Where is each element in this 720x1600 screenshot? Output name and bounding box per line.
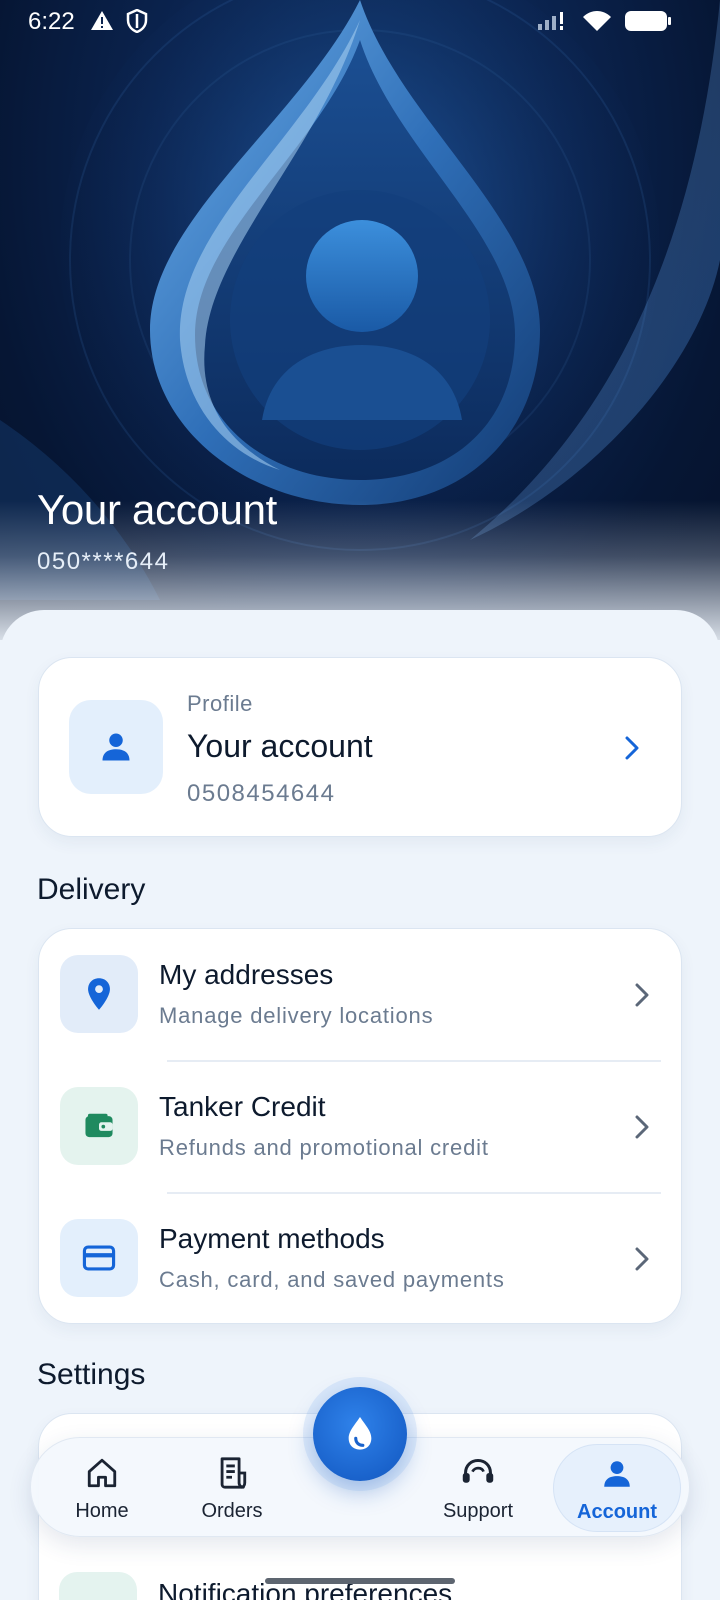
nav-item-support[interactable]: Support [427, 1438, 529, 1538]
chevron-right-icon [625, 736, 639, 760]
list-item-tanker-credit[interactable]: Tanker Credit Refunds and promotional cr… [39, 1061, 681, 1193]
person-icon [604, 1461, 630, 1487]
row-subtitle: Refunds and promotional credit [159, 1135, 489, 1160]
person-icon [102, 733, 130, 761]
row-title: Tanker Credit [159, 1091, 326, 1122]
row-subtitle: Manage delivery locations [159, 1003, 434, 1028]
avatar [69, 700, 163, 794]
nav-label: Support [442, 1500, 514, 1522]
warning-icon [91, 11, 113, 30]
chevron-right-icon [635, 1247, 649, 1271]
location-pin-icon [88, 978, 110, 1010]
section-title-delivery: Delivery [37, 873, 146, 906]
hero-banner [0, 0, 720, 640]
chevron-right-icon [635, 983, 649, 1007]
row-icon-bg [60, 1087, 138, 1165]
masked-phone: 050****644 [37, 548, 170, 575]
page-title: Your account [37, 486, 278, 533]
profile-card[interactable]: Profile Your account 0508454644 [38, 657, 682, 837]
profile-overline: Profile [187, 691, 253, 716]
status-time: 6:22 [28, 8, 75, 35]
list-item-payment-methods[interactable]: Payment methods Cash, card, and saved pa… [39, 1193, 681, 1325]
delivery-card: My addresses Manage delivery locations T… [38, 928, 682, 1324]
nav-label: Account [577, 1501, 657, 1523]
receipt-icon [220, 1457, 247, 1489]
shield-icon [126, 9, 148, 33]
chevron-right-icon [635, 1115, 649, 1139]
water-drop-icon [348, 1417, 372, 1450]
nav-item-account[interactable]: Account [553, 1444, 681, 1532]
nav-item-home[interactable]: Home [51, 1438, 153, 1538]
battery-icon [625, 11, 671, 31]
headset-icon [462, 1459, 494, 1483]
row-title: Payment methods [159, 1223, 385, 1254]
wallet-icon [85, 1113, 113, 1138]
row-icon-bg [60, 955, 138, 1033]
section-title-settings: Settings [37, 1358, 146, 1391]
home-icon [87, 1458, 117, 1488]
signal-icon [538, 12, 563, 30]
row-title: My addresses [159, 959, 334, 990]
row-subtitle: Cash, card, and saved payments [159, 1267, 505, 1292]
status-bar: 6:22 [0, 0, 720, 44]
list-item-my-addresses[interactable]: My addresses Manage delivery locations [39, 929, 681, 1061]
credit-card-icon [82, 1245, 116, 1271]
nav-label: Home [75, 1500, 129, 1522]
nav-label: Orders [201, 1500, 263, 1522]
profile-phone: 0508454644 [187, 780, 336, 807]
wifi-icon [583, 11, 611, 31]
home-indicator [265, 1578, 455, 1584]
notification-icon [59, 1572, 137, 1600]
profile-name: Your account [187, 728, 373, 764]
nav-item-orders[interactable]: Orders [181, 1438, 283, 1538]
row-icon-bg [60, 1219, 138, 1297]
order-water-fab[interactable] [313, 1387, 407, 1481]
